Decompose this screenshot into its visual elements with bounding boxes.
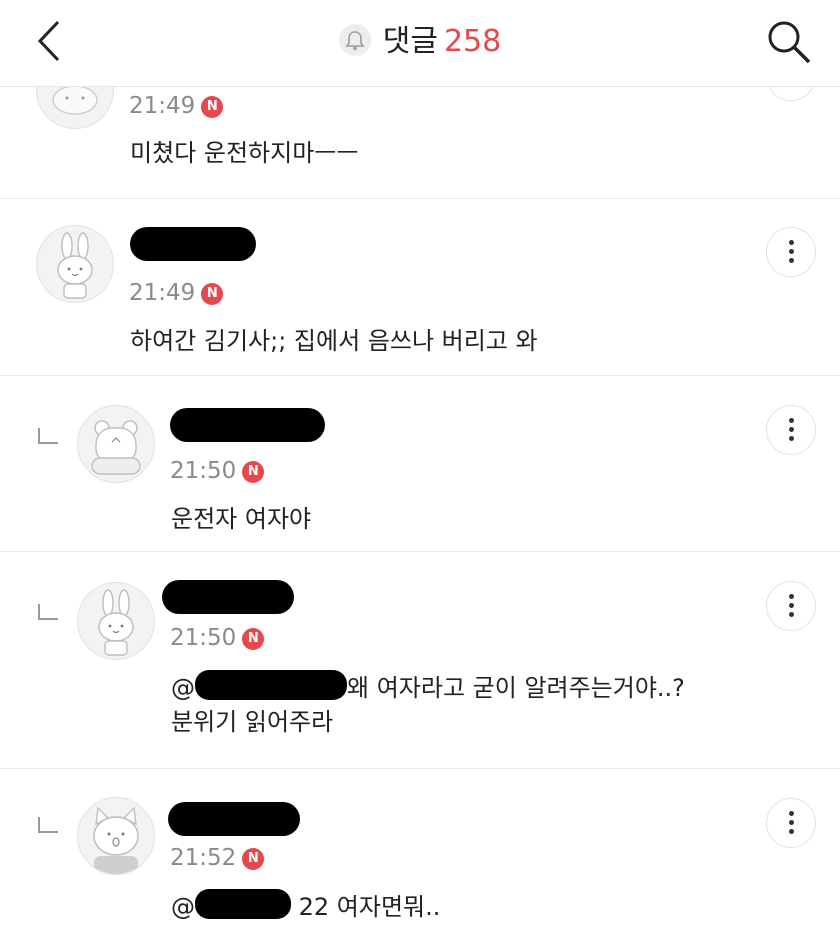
author-name-redacted [162,580,294,614]
comment-text: 미쳤다 운전하지마ㅡㅡ [130,139,359,167]
more-options-button[interactable] [766,405,816,455]
avatar[interactable] [77,797,155,875]
comment-item: 21:49 N 미쳤다 운전하지마ㅡㅡ [0,51,840,199]
avatar[interactable] [77,405,155,483]
comment-time: 21:49 N [129,91,224,121]
mention-prefix: @ [171,893,195,921]
avatar[interactable] [36,225,114,303]
comment-item: 21:49 N 하여간 김기사;; 집에서 음쓰나 버리고 와 [0,199,840,376]
reply-indicator-icon [38,604,58,620]
comment-time: 21:49 N [129,278,224,308]
more-options-button[interactable] [766,798,816,848]
comment-time: 21:52 N [170,843,265,873]
mention-redacted [195,670,347,700]
bell-icon[interactable] [338,24,371,56]
new-badge: N [201,283,224,305]
new-badge: N [242,848,265,870]
comment-reply: 21:50 N 운전자 여자야 [0,376,840,552]
comment-reply: 21:52 N @ 22 여자면뭐.. [0,769,840,929]
page-title: 댓글 258 [0,22,840,62]
mention-prefix: @ [171,674,195,702]
comment-count: 258 [443,24,502,59]
more-options-button[interactable] [766,581,816,631]
avatar[interactable] [77,582,155,660]
mention-redacted [195,889,291,919]
comment-text: @ 왜 여자라고 굳이 알려주는거야..? [171,670,685,705]
title-label: 댓글 [382,24,438,59]
comment-text: 분위기 읽어주라 [171,708,334,736]
comment-list: 21:49 N 미쳤다 운전하지마ㅡㅡ 21:49 N 하여간 김기사;; 집에서 … [0,51,840,929]
author-name-redacted [168,802,300,836]
comment-text: 운전자 여자야 [171,505,312,533]
comment-text: 하여간 김기사;; 집에서 음쓰나 버리고 와 [130,327,538,355]
reply-indicator-icon [38,428,58,444]
search-icon [768,21,811,64]
author-name-redacted [130,227,256,261]
reply-indicator-icon [38,817,58,833]
new-badge: N [242,461,265,483]
author-name-redacted [170,408,325,442]
comment-time: 21:50 N [170,623,265,653]
new-badge: N [201,96,224,118]
new-badge: N [242,628,265,650]
comment-reply: 21:50 N @ 왜 여자라고 굳이 알려주는거야..? 분위기 읽어주라 [0,552,840,769]
more-options-button[interactable] [766,227,816,277]
search-button[interactable] [762,14,816,68]
top-bar: 댓글 258 [0,0,840,87]
comment-time: 21:50 N [170,456,265,486]
